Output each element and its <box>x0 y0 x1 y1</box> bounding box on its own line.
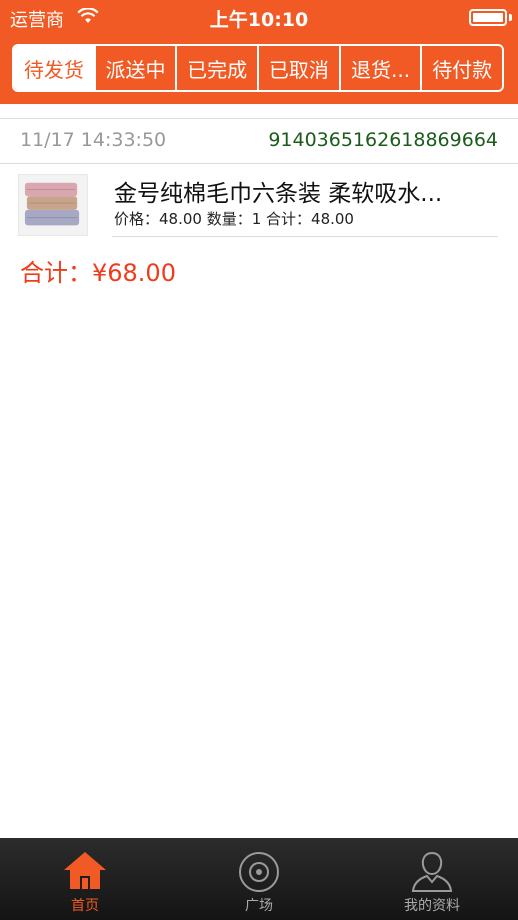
order-header[interactable]: 11/17 14:33:50 914036516261886966⁠4 <box>0 118 518 164</box>
tab-pending-shipment[interactable]: 待发货 <box>14 46 96 90</box>
tab-cancelled[interactable]: 已取消 <box>259 46 341 90</box>
product-price-quantity: 价格：48.00 数量：1 合计：48.00 <box>114 210 354 228</box>
battery-icon <box>469 9 507 26</box>
status-bar: 运营商 上午10:10 <box>0 0 518 34</box>
battery-tip <box>509 14 512 21</box>
tabbar-square-label: 广场 <box>245 898 273 914</box>
tabbar-profile[interactable]: 我的资料 <box>372 838 492 920</box>
divider <box>112 236 498 237</box>
order-total: 合计：¥68.00 <box>20 259 176 287</box>
order-product-row[interactable]: 金号纯棉毛巾六条装 柔软吸水... 价格：48.00 数量：1 合计：48.00 <box>0 164 518 238</box>
target-icon <box>239 852 279 892</box>
tabbar-home[interactable]: 首页 <box>25 838 145 920</box>
clock: 上午10:10 <box>209 9 309 31</box>
order-time: 11/17 14:33:50 <box>20 129 167 151</box>
tab-returns[interactable]: 退货... <box>341 46 423 90</box>
tabbar-home-label: 首页 <box>71 898 99 914</box>
tab-completed[interactable]: 已完成 <box>177 46 260 90</box>
user-icon <box>411 851 453 892</box>
home-icon <box>64 852 106 889</box>
order-number: 914036516261886966⁠4 <box>268 129 498 151</box>
tab-delivering[interactable]: 派送中 <box>96 46 178 90</box>
order-status-tabs: 待发货 派送中 已完成 已取消 退货... 待付款 <box>12 44 504 92</box>
tabbar-square[interactable]: 广场 <box>199 838 319 920</box>
tabbar-profile-label: 我的资料 <box>404 898 460 914</box>
product-title: 金号纯棉毛巾六条装 柔软吸水... <box>114 181 443 207</box>
app-header: 运营商 上午10:10 待发货 派送中 已完成 已取消 退货... 待付款 <box>0 0 518 104</box>
bottom-tab-bar: 首页 广场 我的资料 <box>0 838 518 920</box>
product-thumbnail <box>18 174 88 236</box>
tab-pending-payment[interactable]: 待付款 <box>422 46 502 90</box>
